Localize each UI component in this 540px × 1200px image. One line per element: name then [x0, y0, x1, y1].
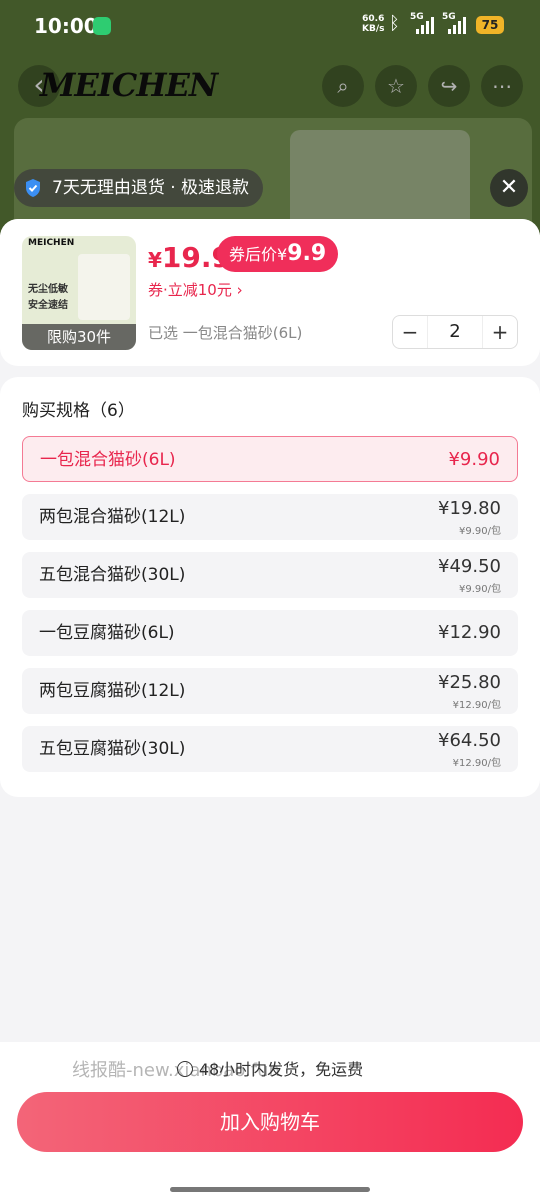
return-policy-pill[interactable]: 7天无理由退货 · 极速退款 [14, 169, 264, 207]
signal-icon-1: 5G [410, 12, 436, 34]
chevron-right-icon: › [236, 281, 243, 299]
spec-option-price: ¥12.90 [438, 622, 501, 643]
net-speed: 60.6 KB/s [362, 14, 384, 34]
spec-option[interactable]: 五包豆腐猫砂(30L) ¥64.50 ¥12.90/包 [22, 726, 518, 772]
spec-option-unit-price: ¥12.90/包 [452, 758, 501, 769]
thumbnail-brand: MEICHEN [28, 238, 75, 248]
after-coupon-price-tag: 券后价¥9.9 [217, 236, 339, 272]
after-coupon-label: 券后价 [229, 245, 278, 264]
thumbnail-package [78, 254, 130, 320]
coupon-link[interactable]: 券·立减10元 › [148, 279, 243, 300]
spec-option[interactable]: 一包混合猫砂(6L) ¥9.90 [22, 436, 518, 482]
spec-option-price: ¥9.90 [448, 449, 500, 470]
spec-option-name: 五包豆腐猫砂(30L) [39, 739, 186, 759]
increase-button[interactable]: + [483, 316, 517, 348]
status-time: 10:00 [34, 14, 98, 38]
status-bar: 10:00 60.6 KB/s ᛒ 5G 5G 75 [0, 0, 540, 54]
spec-option[interactable]: 两包混合猫砂(12L) ¥19.80 ¥9.90/包 [22, 494, 518, 540]
spec-option-name: 两包混合猫砂(12L) [39, 507, 186, 527]
price-currency: ¥ [148, 248, 162, 272]
signal-icon-2: 5G [442, 12, 468, 34]
product-summary: MEICHEN 无尘低敏 安全速结 限购30件 ¥19.9 券后价¥9.9 券·… [0, 219, 540, 366]
close-icon[interactable]: ✕ [490, 169, 528, 207]
spec-option-unit-price: ¥9.90/包 [459, 584, 501, 595]
spec-option-name: 五包混合猫砂(30L) [39, 565, 186, 585]
spec-option-name: 一包混合猫砂(6L) [40, 450, 176, 470]
selected-spec-text: 已选 一包混合猫砂(6L) [148, 324, 303, 342]
spec-option-name: 一包豆腐猫砂(6L) [39, 623, 175, 643]
spec-option-price: ¥64.50 [438, 730, 501, 751]
purchase-limit-label: 限购30件 [22, 324, 136, 350]
spec-option-price: ¥49.50 [438, 556, 501, 577]
net-speed-unit: KB/s [362, 24, 385, 34]
battery-icon: 75 [476, 16, 504, 34]
shipping-info: 48小时内发货，免运费 [0, 1056, 540, 1080]
after-coupon-currency: ¥ [277, 245, 288, 264]
spec-option-unit-price: ¥12.90/包 [452, 700, 501, 711]
spec-option[interactable]: 一包豆腐猫砂(6L) ¥12.90 [22, 610, 518, 656]
return-policy-text: 7天无理由退货 · 极速退款 [52, 178, 250, 198]
signal-1-label: 5G [410, 12, 424, 22]
decrease-button[interactable]: − [393, 316, 427, 348]
spec-option-name: 两包豆腐猫砂(12L) [39, 681, 186, 701]
spec-section-title: 购买规格（6） [22, 401, 135, 421]
after-coupon-value: 9.9 [287, 241, 327, 266]
bottom-bar: 线报酷-new.xianbao.fun 48小时内发货，免运费 加入购物车 [0, 1042, 540, 1200]
bluetooth-icon: ᛒ [389, 13, 400, 34]
add-to-cart-button[interactable]: 加入购物车 [17, 1092, 523, 1152]
home-indicator[interactable] [170, 1187, 370, 1192]
spec-option[interactable]: 两包豆腐猫砂(12L) ¥25.80 ¥12.90/包 [22, 668, 518, 714]
wechat-icon [93, 17, 111, 35]
shipping-text: 48小时内发货，免运费 [198, 1060, 364, 1079]
quantity-value[interactable]: 2 [427, 316, 483, 348]
spec-option-unit-price: ¥9.90/包 [459, 526, 501, 537]
coupon-text: 券·立减10元 [148, 281, 232, 299]
spec-option-price: ¥19.80 [438, 498, 501, 519]
product-thumbnail[interactable]: MEICHEN 无尘低敏 安全速结 限购30件 [22, 236, 136, 350]
spec-option[interactable]: 五包混合猫砂(30L) ¥49.50 ¥9.90/包 [22, 552, 518, 598]
net-speed-value: 60.6 [362, 14, 385, 24]
thumbnail-text-1: 无尘低敏 [28, 284, 68, 295]
spec-option-price: ¥25.80 [438, 672, 501, 693]
signal-2-label: 5G [442, 12, 456, 22]
shield-icon [26, 179, 40, 197]
quantity-stepper: − 2 + [392, 315, 518, 349]
clock-icon [176, 1061, 193, 1077]
thumbnail-text-2: 安全速结 [28, 300, 68, 311]
spec-section: 购买规格（6） 一包混合猫砂(6L) ¥9.90 两包混合猫砂(12L) ¥19… [0, 377, 540, 797]
